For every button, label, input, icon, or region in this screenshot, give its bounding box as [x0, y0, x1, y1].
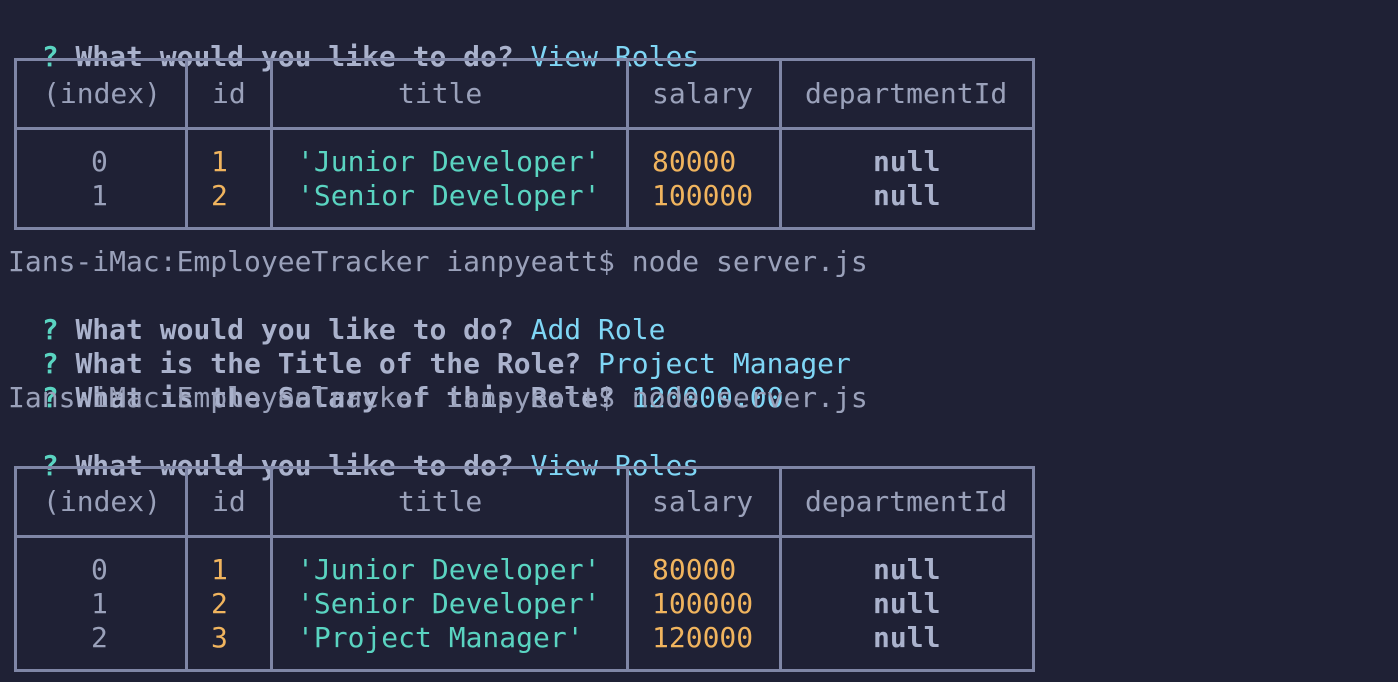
row-salary: 100000: [652, 587, 754, 620]
row-index: 1: [91, 587, 108, 620]
prompt-line-role-salary: ? What is the Salary of this Role? 12000…: [8, 347, 784, 414]
header-id: id: [212, 77, 246, 110]
row-departmentid: null: [873, 621, 941, 654]
header-departmentid: departmentId: [805, 77, 1008, 110]
prompt-line-add-role: ? What would you like to do? Add Role: [8, 279, 666, 346]
row-departmentid: null: [873, 587, 941, 620]
header-salary: salary: [652, 485, 754, 518]
header-index: (index): [43, 77, 162, 110]
row-id: 1: [211, 145, 228, 178]
row-id: 1: [211, 553, 228, 586]
row-salary: 100000: [652, 179, 754, 212]
header-index: (index): [43, 485, 162, 518]
row-title: 'Senior Developer': [297, 587, 601, 620]
roles-table-1: (index) id title salary departmentId 0 1…: [14, 58, 1035, 230]
row-id: 2: [211, 179, 228, 212]
row-title: 'Project Manager': [297, 621, 584, 654]
header-title: title: [398, 77, 483, 110]
row-index: 0: [91, 145, 108, 178]
prompt-line-view-roles-1: ? What would you like to do? View Roles: [8, 6, 699, 73]
row-index: 2: [91, 621, 108, 654]
row-salary: 80000: [652, 145, 737, 178]
row-title: 'Senior Developer': [297, 179, 601, 212]
row-id: 3: [211, 621, 228, 654]
header-id: id: [212, 485, 246, 518]
prompt-line-role-title: ? What is the Title of the Role? Project…: [8, 313, 851, 380]
row-index: 1: [91, 179, 108, 212]
row-departmentid: null: [873, 145, 941, 178]
row-salary: 80000: [652, 553, 737, 586]
row-departmentid: null: [873, 179, 941, 212]
row-index: 0: [91, 553, 108, 586]
row-title: 'Junior Developer': [297, 553, 601, 586]
row-salary: 120000: [652, 621, 754, 654]
roles-table-2: (index) id title salary departmentId 0 1…: [14, 466, 1035, 672]
row-id: 2: [211, 587, 228, 620]
shell-command-line: Ians-iMac:EmployeeTracker ianpyeatt$ nod…: [8, 245, 868, 278]
header-departmentid: departmentId: [805, 485, 1008, 518]
shell-command-line: Ians-iMac:EmployeeTracker ianpyeatt$ nod…: [8, 381, 868, 414]
header-title: title: [398, 485, 483, 518]
prompt-line-view-roles-2: ? What would you like to do? View Roles: [8, 415, 699, 482]
header-salary: salary: [652, 77, 754, 110]
row-departmentid: null: [873, 553, 941, 586]
row-title: 'Junior Developer': [297, 145, 601, 178]
